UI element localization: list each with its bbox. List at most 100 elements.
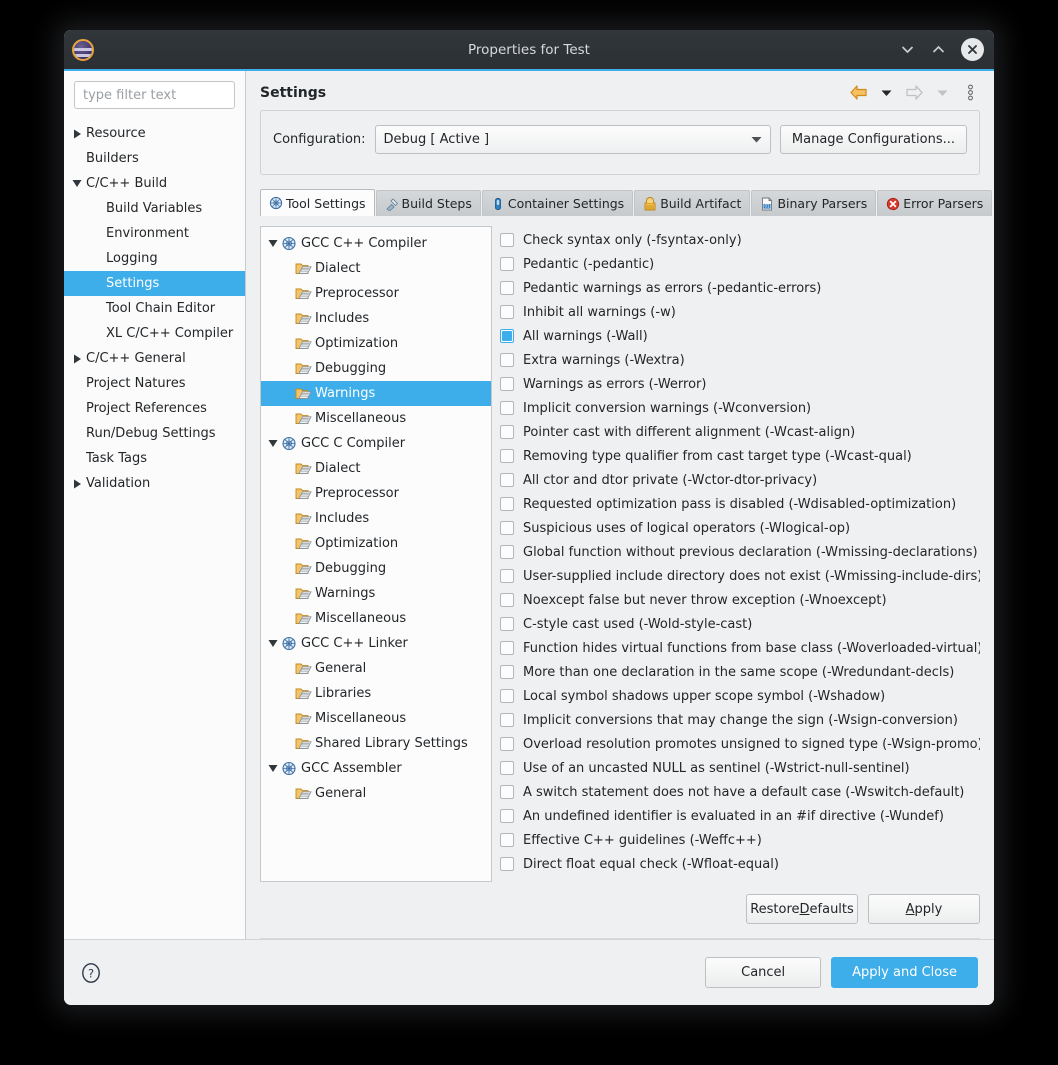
tool-tree-item[interactable]: Debugging	[261, 556, 491, 581]
sidebar-item-c-c-general[interactable]: C/C++ General	[64, 346, 245, 371]
checkbox[interactable]	[500, 281, 514, 295]
restore-defaults-button[interactable]: Restore Defaults	[746, 894, 858, 924]
chevron-down-icon[interactable]	[265, 639, 281, 648]
option-row[interactable]: Direct float equal check (-Wfloat-equal)	[500, 852, 980, 876]
tool-tree-item[interactable]: GCC Assembler	[261, 756, 491, 781]
sidebar-item-logging[interactable]: Logging	[64, 246, 245, 271]
checkbox[interactable]	[500, 377, 514, 391]
option-row[interactable]: Pedantic (-pedantic)	[500, 252, 980, 276]
apply-and-close-button[interactable]: Apply and Close	[831, 957, 978, 988]
option-row[interactable]: More than one declaration in the same sc…	[500, 660, 980, 684]
option-row[interactable]: Function hides virtual functions from ba…	[500, 636, 980, 660]
maximize-icon[interactable]	[930, 41, 947, 58]
checkbox[interactable]	[500, 569, 514, 583]
chevron-down-icon[interactable]	[70, 179, 84, 188]
option-row[interactable]: Implicit conversion warnings (-Wconversi…	[500, 396, 980, 420]
back-dropdown-icon[interactable]	[877, 83, 896, 102]
sidebar-item-build-variables[interactable]: Build Variables	[64, 196, 245, 221]
option-row[interactable]: A switch statement does not have a defau…	[500, 780, 980, 804]
view-menu-icon[interactable]	[961, 83, 980, 102]
sidebar-item-xl-c-c-compiler[interactable]: XL C/C++ Compiler	[64, 321, 245, 346]
checkbox[interactable]	[500, 521, 514, 535]
tool-tree-item[interactable]: Warnings	[261, 581, 491, 606]
option-row[interactable]: Pedantic warnings as errors (-pedantic-e…	[500, 276, 980, 300]
chevron-down-icon[interactable]	[265, 239, 281, 248]
checkbox[interactable]	[500, 449, 514, 463]
option-row[interactable]: Removing type qualifier from cast target…	[500, 444, 980, 468]
tab-error-parsers[interactable]: Error Parsers	[877, 190, 993, 216]
filter-field[interactable]	[74, 81, 235, 109]
sidebar-item-task-tags[interactable]: Task Tags	[64, 446, 245, 471]
option-row[interactable]: All warnings (-Wall)	[500, 324, 980, 348]
tool-tree-item[interactable]: Preprocessor	[261, 481, 491, 506]
tool-tree-item[interactable]: Preprocessor	[261, 281, 491, 306]
checkbox[interactable]	[500, 497, 514, 511]
sidebar-item-run-debug-settings[interactable]: Run/Debug Settings	[64, 421, 245, 446]
sidebar-item-validation[interactable]: Validation	[64, 471, 245, 496]
tool-tree-item[interactable]: Debugging	[261, 356, 491, 381]
option-row[interactable]: Use of an uncasted NULL as sentinel (-Ws…	[500, 756, 980, 780]
tool-tree-item[interactable]: Dialect	[261, 256, 491, 281]
option-row[interactable]: Implicit conversions that may change the…	[500, 708, 980, 732]
checkbox[interactable]	[500, 305, 514, 319]
tool-tree-item[interactable]: Miscellaneous	[261, 606, 491, 631]
tool-tree-item[interactable]: Dialect	[261, 456, 491, 481]
minimize-icon[interactable]	[899, 41, 916, 58]
tool-tree-item[interactable]: General	[261, 656, 491, 681]
checkbox[interactable]	[500, 593, 514, 607]
checkbox[interactable]	[500, 329, 514, 343]
option-row[interactable]: Requested optimization pass is disabled …	[500, 492, 980, 516]
chevron-down-icon[interactable]	[265, 764, 281, 773]
option-row[interactable]: Check syntax only (-fsyntax-only)	[500, 228, 980, 252]
chevron-right-icon[interactable]	[70, 129, 84, 139]
chevron-right-icon[interactable]	[70, 479, 84, 489]
tab-container-settings[interactable]: Container Settings	[481, 190, 634, 216]
apply-button[interactable]: Apply	[868, 894, 980, 924]
checkbox[interactable]	[500, 761, 514, 775]
checkbox[interactable]	[500, 665, 514, 679]
checkbox[interactable]	[500, 689, 514, 703]
tab-binary-parsers[interactable]: 01 Binary Parsers	[751, 190, 877, 216]
sidebar-item-builders[interactable]: Builders	[64, 146, 245, 171]
sidebar-item-project-references[interactable]: Project References	[64, 396, 245, 421]
help-icon[interactable]: ?	[80, 962, 102, 984]
sidebar-item-environment[interactable]: Environment	[64, 221, 245, 246]
tool-tree-item[interactable]: Miscellaneous	[261, 706, 491, 731]
chevron-down-icon[interactable]	[265, 439, 281, 448]
tool-tree-item[interactable]: Libraries	[261, 681, 491, 706]
checkbox[interactable]	[500, 401, 514, 415]
tool-tree-item[interactable]: Warnings	[261, 381, 491, 406]
checkbox[interactable]	[500, 257, 514, 271]
tool-tree-item[interactable]: GCC C Compiler	[261, 431, 491, 456]
checkbox[interactable]	[500, 233, 514, 247]
checkbox[interactable]	[500, 833, 514, 847]
tool-tree-item[interactable]: Shared Library Settings	[261, 731, 491, 756]
checkbox[interactable]	[500, 785, 514, 799]
tab-build-artifact[interactable]: Build Artifact	[634, 190, 751, 216]
checkbox[interactable]	[500, 425, 514, 439]
tool-tree-item[interactable]: Miscellaneous	[261, 406, 491, 431]
checkbox[interactable]	[500, 545, 514, 559]
tool-tree-item[interactable]: Optimization	[261, 531, 491, 556]
option-row[interactable]: Noexcept false but never throw exception…	[500, 588, 980, 612]
sidebar-item-tool-chain-editor[interactable]: Tool Chain Editor	[64, 296, 245, 321]
checkbox[interactable]	[500, 713, 514, 727]
tool-tree-item[interactable]: GCC C++ Compiler	[261, 231, 491, 256]
option-row[interactable]: Local symbol shadows upper scope symbol …	[500, 684, 980, 708]
option-row[interactable]: C-style cast used (-Wold-style-cast)	[500, 612, 980, 636]
sidebar-item-c-c-build[interactable]: C/C++ Build	[64, 171, 245, 196]
option-row[interactable]: User-supplied include directory does not…	[500, 564, 980, 588]
checkbox[interactable]	[500, 809, 514, 823]
tab-build-steps[interactable]: Build Steps	[375, 190, 481, 216]
checkbox[interactable]	[500, 857, 514, 871]
option-row[interactable]: Warnings as errors (-Werror)	[500, 372, 980, 396]
tool-tree-item[interactable]: GCC C++ Linker	[261, 631, 491, 656]
tool-tree-item[interactable]: Includes	[261, 506, 491, 531]
tool-tree-item[interactable]: Includes	[261, 306, 491, 331]
option-row[interactable]: Pointer cast with different alignment (-…	[500, 420, 980, 444]
checkbox[interactable]	[500, 617, 514, 631]
option-row[interactable]: Effective C++ guidelines (-Weffc++)	[500, 828, 980, 852]
manage-configurations-button[interactable]: Manage Configurations...	[779, 125, 967, 154]
tool-tree-item[interactable]: General	[261, 781, 491, 806]
back-arrow-icon[interactable]	[849, 83, 868, 102]
